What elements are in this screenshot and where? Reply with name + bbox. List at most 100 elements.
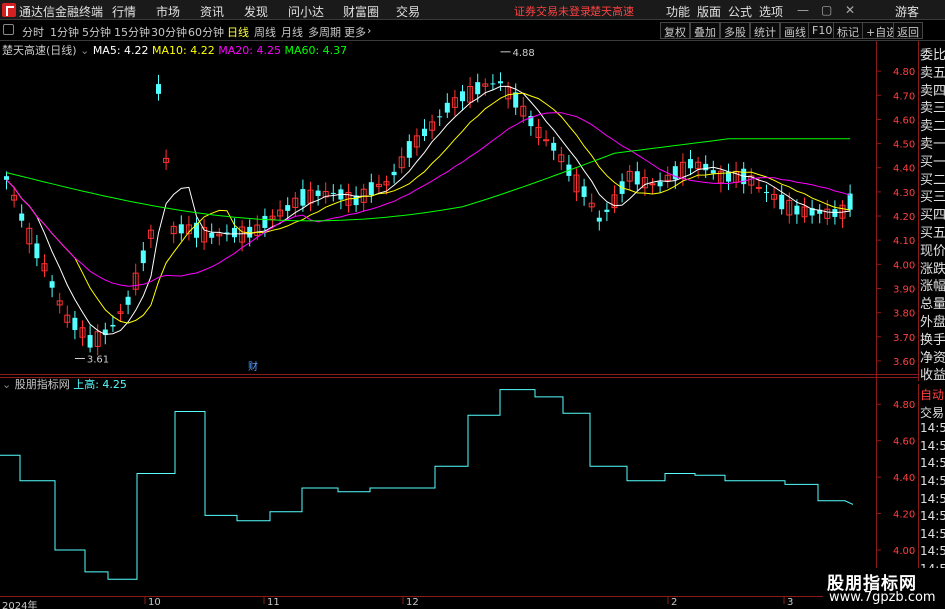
quote-label: 卖二 [920,119,945,135]
candle-body [513,92,519,108]
candle-body [779,194,785,210]
ma20-line [6,112,851,287]
quote-panel: 委比 卖五 卖四 卖三 卖二 卖一 买一 买二 买三 买四 买五 现价 涨跌 涨幅 总量 外盘 换手 净资 收益 [918,41,945,384]
quote-label: 总量 [920,297,945,313]
ma10-value: MA10: 4.22 [152,44,215,57]
candle-body [649,183,656,186]
price-tick-label: 3.70 [893,333,915,344]
time-label: 2024年 [2,601,38,609]
watermark: 股朋指标网 www.7gpzb.com [823,568,945,609]
high-label: 4.88 [513,48,535,59]
quote-label: 买五 [920,226,945,241]
candle-body [847,193,853,210]
candle-body [209,232,215,238]
candle-body [634,171,640,185]
price-tick-label: 4.80 [893,67,915,78]
price-tick-label: 4.70 [893,91,915,102]
indicator-tick-label: 4.00 [893,546,915,557]
tick-panel: 自动交易14:5614:5614:5614:5614:5614:5614:561… [918,384,945,594]
candle-body [406,141,412,158]
tick-time: 14:56 [920,509,945,524]
candle-body [49,281,55,288]
chart-title: 楚天高速(日线) [2,44,77,57]
candle-body [657,181,663,187]
candle-body [285,205,291,211]
quote-label: 净资 [920,350,945,366]
candle-body [596,217,602,222]
candle-body [300,189,306,206]
candle-body [262,215,268,228]
quote-label: 卖三 [920,101,945,117]
time-label: 3 [787,597,794,608]
indicator-tick-label: 4.80 [893,400,915,411]
candle-body [764,191,769,193]
indicator-tick-label: 4.20 [893,510,915,521]
quote-label: 委比 [920,48,945,63]
price-tick-label: 4.50 [893,140,915,151]
indicator-line [0,389,854,580]
indicator-tick-label: 4.40 [893,473,915,484]
tick-time: 14:56 [920,456,945,471]
quote-label: 卖四 [920,83,945,99]
quote-label: 买一 [920,154,945,170]
candle-body [498,81,503,84]
tick-time: 14:56 [920,526,945,541]
candle-body [832,209,838,217]
indicator-tick-label: 4.60 [893,437,915,448]
candle-body [368,182,374,195]
quote-tab[interactable]: 自动 [920,386,945,403]
candle-body [444,102,450,113]
time-label: 2 [671,597,678,608]
candle-body [437,116,443,118]
candle-body [755,186,762,189]
candle-body [703,163,709,171]
price-tick-label: 3.60 [893,357,915,368]
candle-body [490,83,496,85]
price-tick-label: 4.00 [893,260,915,271]
candle-body [710,170,716,174]
kline-chart[interactable]: 4.80 4.70 4.60 4.50 4.40 4.30 4.20 4.10 4.00 3.90… [0,0,945,609]
low-label: 3.61 [87,355,109,366]
indicator-legend: ⌄ 股朋指标网 上高: 4.25 [2,376,127,392]
candle-body [247,226,253,238]
event-marker: 财 [248,360,258,373]
candle-body [19,213,25,221]
quote-label: 现价 [920,243,945,259]
ma60-value: MA60: 4.37 [284,44,348,57]
quote-label: 卖一 [920,137,945,152]
candle-body [110,324,116,327]
candle-body [581,186,587,197]
indicator-value: 上高: 4.25 [73,378,127,391]
quote-label: 收益 [920,368,945,384]
candle-body [460,91,465,102]
candle-body [87,335,93,348]
ma5-line [6,85,851,335]
price-tick-label: 4.20 [893,212,915,223]
legend-chevron-icon[interactable]: ⌄ [80,44,89,57]
quote-label: 外盘 [920,315,945,330]
tick-time: 14:56 [920,491,945,506]
time-label: 10 [148,597,161,608]
quote-tab[interactable]: 交易 [920,404,945,421]
quote-label: 换手 [920,332,945,348]
tick-time: 14:56 [920,438,945,453]
tick-time: 14:56 [920,544,945,559]
price-tick-label: 3.90 [893,284,915,295]
candle-body [475,82,481,95]
price-tick-label: 4.60 [893,115,915,126]
quote-label: 涨跌 [920,261,945,277]
candle-body [794,205,800,215]
candle-body [391,171,397,176]
tick-time: 14:56 [920,474,945,488]
price-tick-label: 3.80 [893,309,915,320]
indicator-chevron-icon[interactable]: ⌄ [2,378,11,391]
indicator-name: 股朋指标网 [14,378,70,391]
candle-body [232,227,237,238]
price-tick-label: 4.40 [893,164,915,175]
main-legend: 楚天高速(日线) ⌄ MA5: 4.22 MA10: 4.22 MA20: 4.… [2,42,347,58]
ma5-value: MA5: 4.22 [92,44,149,57]
quote-label: 买二 [920,172,945,188]
price-tick-label: 4.10 [893,236,915,247]
quote-label: 卖五 [920,65,945,81]
candle-body [315,190,321,196]
